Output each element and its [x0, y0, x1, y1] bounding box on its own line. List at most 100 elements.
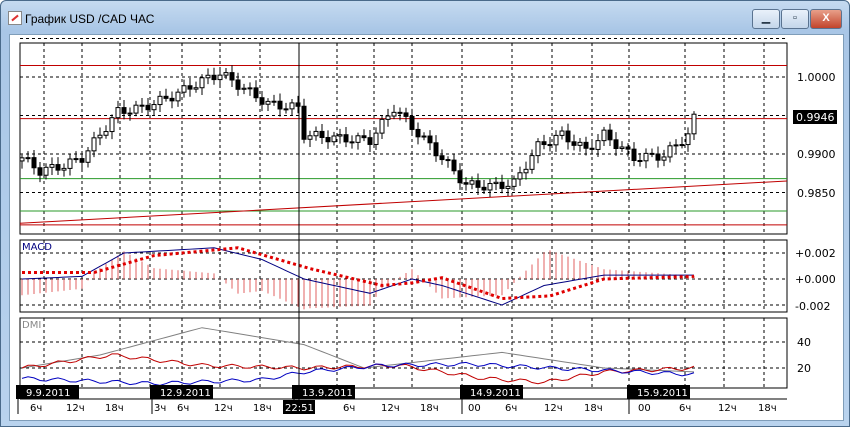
hour-label: 6ч [343, 403, 355, 414]
candle [559, 126, 565, 140]
price-label: 0.9850 [797, 187, 836, 200]
candle [193, 81, 199, 93]
hour-label: 18ч [420, 403, 439, 414]
date-label: 12.9.2011 [160, 388, 211, 399]
candle [457, 163, 463, 190]
hour-label: 6ч [177, 403, 189, 414]
candle [49, 157, 55, 175]
hour-label: 12ч [381, 403, 400, 414]
candle [421, 132, 427, 141]
minimize-button[interactable]: ▁ [752, 9, 780, 29]
candle [175, 88, 181, 107]
cursor-time: 22:51 [285, 403, 314, 414]
candle [301, 98, 307, 144]
price-label: 1.0000 [797, 71, 836, 84]
candle [409, 108, 415, 136]
candle [109, 114, 115, 140]
candle [661, 149, 667, 167]
candle [553, 130, 559, 152]
candle [601, 126, 607, 146]
candle [367, 129, 373, 153]
hour-label: 3ч [154, 403, 166, 414]
hour-label: 12ч [544, 403, 563, 414]
candle [451, 153, 457, 175]
candle [475, 173, 481, 196]
candle [55, 157, 61, 176]
hour-label: 12ч [214, 403, 233, 414]
candle [499, 174, 505, 194]
candle [547, 136, 553, 152]
chart-window: График USD /CAD ЧАС ▁ ▫ X 1.0000 0.9946 … [0, 0, 850, 427]
candle [565, 123, 571, 150]
chart-area[interactable]: 1.0000 0.9946 0.9900 0.9850 +0.002 +0.00… [9, 34, 844, 421]
dmi-title: DMI [22, 320, 41, 331]
candle [685, 127, 691, 152]
candle [505, 179, 511, 197]
candle [649, 148, 655, 158]
price-panel[interactable] [19, 42, 788, 235]
dmi-label: 20 [797, 362, 811, 375]
window-title: График USD /CAD ЧАС [25, 12, 155, 26]
candle [205, 68, 211, 85]
candle [43, 163, 49, 180]
candle [439, 149, 445, 165]
candle [511, 175, 517, 191]
candle [583, 136, 589, 156]
hour-label: 6ч [30, 403, 42, 414]
candle [577, 138, 583, 152]
candle [235, 72, 241, 96]
candle [619, 141, 625, 152]
candle [115, 100, 121, 124]
candle [229, 65, 235, 88]
macd-panel[interactable] [19, 239, 788, 313]
candle [277, 93, 283, 117]
price-label: 0.9900 [797, 148, 836, 161]
candle [271, 94, 277, 106]
candle [283, 102, 289, 114]
candle [289, 99, 295, 116]
candle [637, 152, 643, 167]
hour-label: 00 [638, 403, 651, 414]
candle [643, 148, 649, 169]
candle [427, 130, 433, 151]
candle [253, 80, 259, 103]
candle [19, 154, 25, 169]
candle [433, 135, 439, 162]
dmi-adx-line [21, 327, 695, 373]
candle [445, 156, 451, 168]
candle [259, 91, 265, 112]
close-button[interactable]: X [810, 9, 842, 29]
candle [517, 166, 523, 186]
candle [571, 134, 577, 151]
candle [307, 130, 313, 147]
candle [343, 127, 349, 148]
candle [73, 151, 79, 163]
dmi-panel[interactable] [19, 317, 788, 389]
candle [103, 125, 109, 139]
candle [217, 69, 223, 88]
date-label: 13.9.2011 [302, 388, 353, 399]
candle [529, 149, 535, 174]
maximize-button[interactable]: ▫ [781, 9, 809, 29]
candle [241, 83, 247, 95]
candle [121, 99, 127, 120]
candle [133, 100, 139, 117]
hour-label: 6ч [679, 403, 691, 414]
candle [403, 107, 409, 123]
hour-label: 00 [468, 403, 481, 414]
candle [265, 98, 271, 112]
hour-label: 6ч [505, 403, 517, 414]
trendline[interactable] [19, 180, 788, 224]
candle [91, 131, 97, 158]
candle [85, 146, 91, 168]
candle [169, 91, 175, 109]
candle [337, 128, 343, 144]
candle [361, 129, 367, 142]
candle [415, 122, 421, 145]
candle [631, 142, 637, 167]
hour-label: 18ч [758, 403, 777, 414]
candle [679, 136, 685, 149]
candle [67, 153, 73, 176]
date-label: 15.9.2011 [637, 388, 688, 399]
date-label: 9.9.2011 [26, 388, 71, 399]
